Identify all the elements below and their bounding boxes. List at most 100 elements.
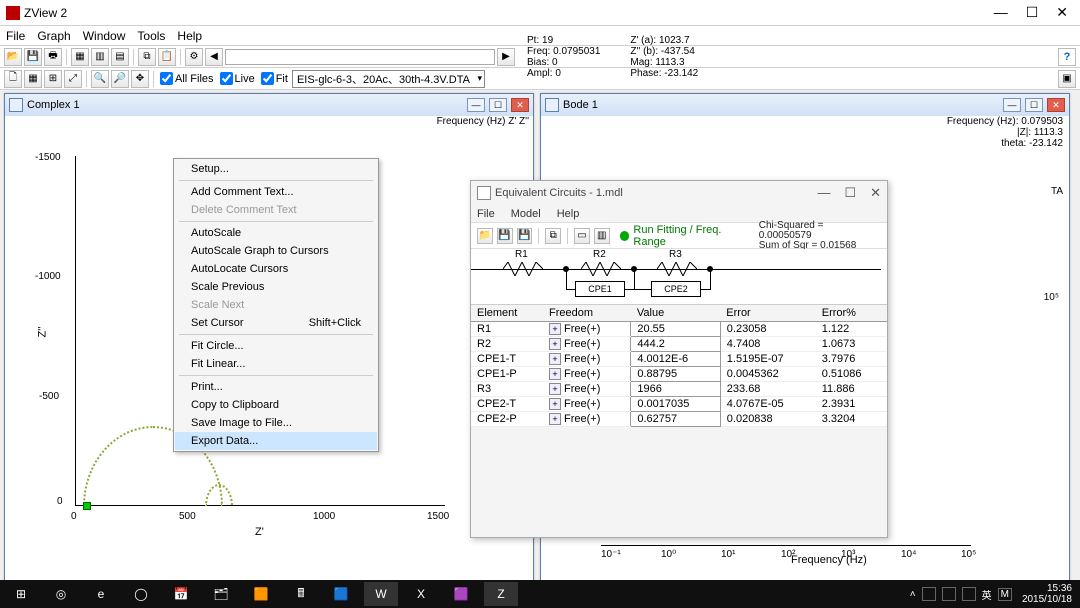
tb-autoscale-icon[interactable]: ⤢ bbox=[64, 70, 82, 88]
ctx-fit-circle[interactable]: Fit Circle... bbox=[175, 337, 377, 355]
task-app3-icon[interactable]: 🟪 bbox=[444, 582, 478, 606]
ctx-delete-comment-text[interactable]: Delete Comment Text bbox=[175, 201, 377, 219]
table-row[interactable]: R3+Free(+)1966233.6811.886 bbox=[471, 382, 887, 397]
tray-icon-2[interactable] bbox=[942, 587, 956, 601]
menu-help[interactable]: Help bbox=[177, 29, 202, 43]
tray-ime-m[interactable]: M bbox=[998, 588, 1012, 601]
ctx-scale-previous[interactable]: Scale Previous bbox=[175, 278, 377, 296]
expand-icon[interactable]: + bbox=[549, 398, 561, 410]
eqcirc-open-icon[interactable] bbox=[477, 228, 493, 244]
task-ie-icon[interactable]: e bbox=[84, 582, 118, 606]
eqcirc-menu-model[interactable]: Model bbox=[511, 208, 541, 220]
menu-tools[interactable]: Tools bbox=[137, 29, 165, 43]
tray-icon-3[interactable] bbox=[962, 587, 976, 601]
task-app2-icon[interactable]: 🟦 bbox=[324, 582, 358, 606]
tb-new-icon[interactable]: 🗋 bbox=[4, 70, 22, 88]
tb-grid2-icon[interactable]: ▥ bbox=[91, 48, 109, 66]
complex-max-button[interactable]: ☐ bbox=[489, 98, 507, 112]
complex-min-button[interactable]: — bbox=[467, 98, 485, 112]
run-fitting-button[interactable]: Run Fitting / Freq. Range bbox=[620, 224, 755, 248]
tray-chevron-icon[interactable]: ˄ bbox=[910, 589, 916, 600]
tb-copy-icon[interactable]: ⧉ bbox=[138, 48, 156, 66]
task-edge-icon[interactable]: ◯ bbox=[124, 582, 158, 606]
eqcirc-save-icon[interactable] bbox=[497, 228, 513, 244]
tray-ime[interactable]: 英 bbox=[982, 587, 992, 602]
eqcirc-copy-icon[interactable]: ⧉ bbox=[545, 228, 561, 244]
maximize-button[interactable]: ☐ bbox=[1026, 4, 1039, 21]
eqcirc-inspect-icon[interactable]: ▥ bbox=[594, 228, 610, 244]
tray-clock[interactable]: 15:36 2015/10/18 bbox=[1018, 583, 1076, 605]
ctx-export-data[interactable]: Export Data... bbox=[175, 432, 377, 450]
expand-icon[interactable]: + bbox=[549, 353, 561, 365]
eqcirc-saveas-icon[interactable] bbox=[517, 228, 533, 244]
tb-paste-icon[interactable]: 📋 bbox=[158, 48, 176, 66]
tb-next-icon[interactable]: ▶ bbox=[497, 48, 515, 66]
task-excel-icon[interactable]: X bbox=[404, 582, 438, 606]
ctx-copy-to-clipboard[interactable]: Copy to Clipboard bbox=[175, 396, 377, 414]
close-button[interactable]: ✕ bbox=[1056, 4, 1068, 21]
bode-max-button[interactable]: ☐ bbox=[1025, 98, 1043, 112]
checkbox-fit[interactable]: Fit bbox=[261, 72, 288, 85]
tb-print-icon[interactable]: 🖶 bbox=[44, 48, 62, 66]
complex-plot[interactable]: Frequency (Hz) Z' Z'' Z'' Z' -1500 -1000… bbox=[5, 116, 533, 582]
eqcirc-max-button[interactable]: ☐ bbox=[844, 185, 856, 201]
checkbox-live[interactable]: Live bbox=[220, 72, 255, 85]
eqcirc-titlebar[interactable]: Equivalent Circuits - 1.mdl — ☐ ✕ bbox=[471, 181, 887, 205]
task-calc-icon[interactable]: 🖩 bbox=[284, 582, 318, 606]
help-icon[interactable]: ? bbox=[1058, 48, 1076, 66]
eqcirc-editor-icon[interactable]: ▭ bbox=[574, 228, 590, 244]
ctx-save-image-to-file[interactable]: Save Image to File... bbox=[175, 414, 377, 432]
eqcirc-menu-file[interactable]: File bbox=[477, 208, 495, 220]
expand-icon[interactable]: + bbox=[549, 413, 561, 425]
complex-close-button[interactable]: ✕ bbox=[511, 98, 529, 112]
table-row[interactable]: R1+Free(+)20.550.230581.122 bbox=[471, 322, 887, 337]
ctx-autoscale-graph-to-cursors[interactable]: AutoScale Graph to Cursors bbox=[175, 242, 377, 260]
task-calendar-icon[interactable]: 📅 bbox=[164, 582, 198, 606]
task-app1-icon[interactable]: 🟧 bbox=[244, 582, 278, 606]
results-table[interactable]: Element Freedom Value Error Error% R1+Fr… bbox=[471, 305, 887, 427]
tb-grid1-icon[interactable]: ▦ bbox=[71, 48, 89, 66]
tb-save-icon[interactable]: 💾 bbox=[24, 48, 42, 66]
tb-prev-icon[interactable]: ◀ bbox=[205, 48, 223, 66]
bode-min-button[interactable]: — bbox=[1003, 98, 1021, 112]
tb-zoomout-icon[interactable]: 🔎 bbox=[111, 70, 129, 88]
expand-icon[interactable]: + bbox=[549, 323, 561, 335]
tb-open-icon[interactable]: 📂 bbox=[4, 48, 22, 66]
bode-close-button[interactable]: ✕ bbox=[1047, 98, 1065, 112]
ctx-add-comment-text[interactable]: Add Comment Text... bbox=[175, 183, 377, 201]
tb-pan-icon[interactable]: ✥ bbox=[131, 70, 149, 88]
tb-grid3-icon[interactable]: ▤ bbox=[111, 48, 129, 66]
expand-icon[interactable]: + bbox=[549, 368, 561, 380]
expand-icon[interactable]: + bbox=[549, 338, 561, 350]
tb-axes-icon[interactable]: ⊞ bbox=[44, 70, 62, 88]
ctx-autolocate-cursors[interactable]: AutoLocate Cursors bbox=[175, 260, 377, 278]
start-button[interactable]: ⊞ bbox=[4, 582, 38, 606]
ctx-set-cursor[interactable]: Set CursorShift+Click bbox=[175, 314, 377, 332]
minimize-button[interactable]: — bbox=[994, 4, 1008, 21]
eqcirc-close-button[interactable]: ✕ bbox=[870, 185, 881, 201]
eqcirc-menu-help[interactable]: Help bbox=[557, 208, 580, 220]
menu-window[interactable]: Window bbox=[83, 29, 126, 43]
table-row[interactable]: R2+Free(+)444.24.74081.0673 bbox=[471, 337, 887, 352]
menu-graph[interactable]: Graph bbox=[37, 29, 70, 43]
start-marker[interactable] bbox=[83, 502, 91, 510]
eqcirc-min-button[interactable]: — bbox=[817, 185, 830, 201]
circuit-diagram[interactable]: R1 R2 R3 CPE1 CPE2 bbox=[471, 249, 887, 305]
ctx-autoscale[interactable]: AutoScale bbox=[175, 224, 377, 242]
ctx-fit-linear[interactable]: Fit Linear... bbox=[175, 355, 377, 373]
expand-icon[interactable]: + bbox=[549, 383, 561, 395]
complex-titlebar[interactable]: Complex 1 — ☐ ✕ bbox=[5, 94, 533, 116]
tb-eqcircuit-icon[interactable]: ▣ bbox=[1058, 70, 1076, 88]
task-word-icon[interactable]: W bbox=[364, 582, 398, 606]
tray-icon-1[interactable] bbox=[922, 587, 936, 601]
table-row[interactable]: CPE2-P+Free(+)0.627570.0208383.3204 bbox=[471, 412, 887, 427]
tb-zoomin-icon[interactable]: 🔍 bbox=[91, 70, 109, 88]
task-zview-icon[interactable]: Z bbox=[484, 582, 518, 606]
tb-table-icon[interactable]: ▦ bbox=[24, 70, 42, 88]
file-dropdown[interactable]: EIS-glc-6-3、20Ac、30th-4.3V.DTA bbox=[292, 70, 485, 88]
checkbox-all-files[interactable]: All Files bbox=[160, 72, 214, 85]
task-explorer-icon[interactable]: 🗂 bbox=[204, 582, 238, 606]
table-row[interactable]: CPE1-T+Free(+)4.0012E-61.5195E-073.7976 bbox=[471, 352, 887, 367]
ctx-print[interactable]: Print... bbox=[175, 378, 377, 396]
ctx-scale-next[interactable]: Scale Next bbox=[175, 296, 377, 314]
